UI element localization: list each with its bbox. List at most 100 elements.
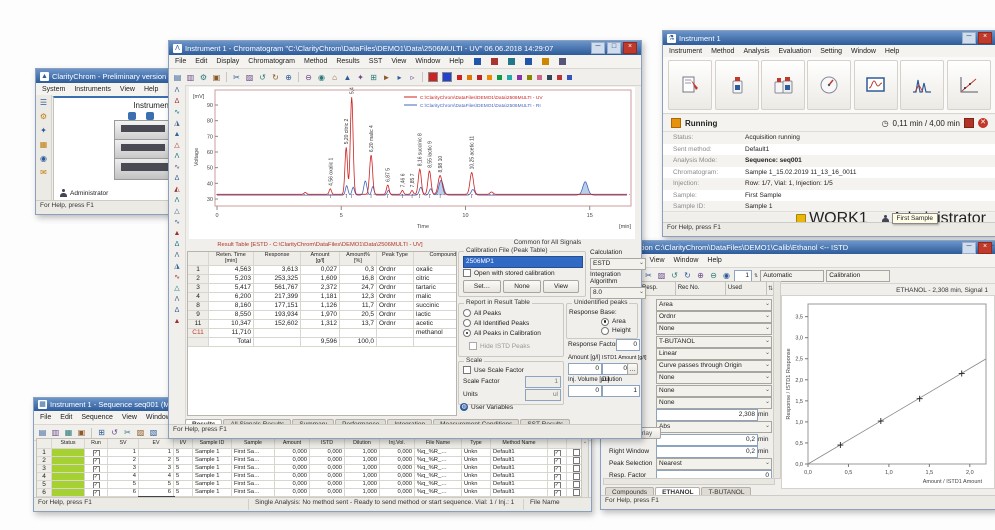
menu-item-help[interactable]: Help — [144, 86, 158, 93]
flag-checkbox[interactable]: ✓ — [548, 449, 567, 456]
sequence-cell[interactable]: Unkn — [462, 465, 491, 472]
sequence-cell[interactable]: 1,000 — [345, 449, 380, 456]
column-header[interactable]: Method Name — [491, 439, 548, 448]
sequence-cell[interactable]: 1,000 — [345, 489, 380, 496]
instrument-titlebar[interactable]: ⚗ Instrument 1 ─× — [663, 31, 995, 45]
table-cell[interactable]: 11,710 — [209, 329, 254, 337]
menu-item-system[interactable]: System — [42, 86, 65, 93]
menu-item-help[interactable]: Help — [885, 48, 899, 55]
column-header[interactable]: File Name — [415, 439, 462, 448]
peak-tool-icon[interactable]: Λ — [172, 196, 183, 206]
overlay-color-swatch[interactable] — [547, 75, 552, 80]
sequence-cell[interactable]: First Sa… — [232, 481, 275, 488]
run-checkbox[interactable]: ✓ — [85, 457, 108, 464]
menu-item-view[interactable]: View — [649, 257, 664, 264]
table-row[interactable]: C1111,710methanol — [188, 329, 456, 338]
table-cell[interactable]: 0,3 — [340, 266, 377, 274]
sequence-cell[interactable]: 5 — [108, 481, 139, 488]
column-header[interactable]: Type — [462, 439, 491, 448]
algorithm-dropdown[interactable]: 8.0 — [590, 287, 646, 299]
toolbar-icon[interactable]: ▹ — [407, 72, 418, 83]
toolbar-icon[interactable]: ⊕ — [695, 270, 706, 281]
column-header[interactable] — [188, 252, 209, 265]
abort-button[interactable]: ✕ — [978, 118, 988, 128]
table-cell[interactable]: Ordnr — [377, 320, 414, 328]
overlay-color-swatch[interactable] — [457, 75, 462, 80]
property-dropdown[interactable]: None — [656, 372, 772, 384]
inj-volume-input[interactable]: 0 — [568, 385, 602, 397]
menu-item-help[interactable]: Help — [707, 257, 721, 264]
sequence-cell[interactable]: Sample 1 — [193, 449, 232, 456]
sequence-row[interactable]: 4✓445Sample 1First Sa…0,0000,0001,0000,0… — [37, 473, 582, 481]
sequence-cell[interactable]: 6 — [108, 489, 139, 496]
sequence-row[interactable]: 2✓225Sample 1First Sa…0,0000,0001,0000,0… — [37, 457, 582, 465]
sequence-cell[interactable]: Unkn — [462, 481, 491, 488]
menu-item-window[interactable]: Window — [415, 58, 440, 65]
sequence-cell[interactable]: 0,000 — [310, 457, 345, 464]
sequence-cell[interactable]: 0,000 — [275, 489, 310, 496]
table-cell[interactable]: 5,203 — [209, 275, 254, 283]
table-cell[interactable] — [254, 338, 301, 346]
sequence-cell[interactable]: 5 — [174, 473, 193, 480]
sequence-cell[interactable]: 1,000 — [345, 465, 380, 472]
menu-item-sequence[interactable]: Sequence — [81, 414, 113, 421]
sequence-cell[interactable]: 2 — [139, 457, 174, 464]
sequence-cell[interactable]: 0,000 — [380, 489, 415, 496]
column-header[interactable]: Response — [254, 252, 301, 265]
none-button[interactable]: None — [503, 280, 541, 293]
side-tool-icon[interactable]: ▦ — [38, 139, 49, 150]
sequence-cell[interactable]: %q_%R_… — [415, 489, 462, 496]
table-cell[interactable]: 1,970 — [301, 311, 340, 319]
calibration-vscrollbar[interactable] — [773, 281, 781, 479]
overlay-color-swatch[interactable] — [487, 75, 492, 80]
chromatogram-plot[interactable]: [mV]Voltage30405060708090051015Time[min]… — [189, 87, 635, 239]
menu-item-sst[interactable]: SST — [369, 58, 383, 65]
overlay-color-swatch[interactable] — [527, 75, 532, 80]
table-cell[interactable]: acetic — [414, 320, 457, 328]
overlay-color-swatch[interactable] — [467, 75, 472, 80]
table-cell[interactable]: 1,181 — [301, 293, 340, 301]
overlay-color-swatch[interactable] — [442, 72, 452, 82]
table-cell[interactable] — [377, 329, 414, 337]
table-row[interactable]: Total9,596100,0 — [188, 338, 456, 347]
sequence-cell[interactable]: 0,000 — [275, 457, 310, 464]
menu-item-instruments[interactable]: Instruments — [74, 86, 111, 93]
flag-checkbox[interactable]: ✓ — [548, 489, 567, 496]
sequence-cell[interactable]: Unkn — [462, 473, 491, 480]
table-row[interactable]: 88,160177,1511,12611,7Ordnrsuccinic — [188, 302, 456, 311]
peak-tool-icon[interactable]: ▲ — [172, 130, 183, 140]
column-header[interactable] — [37, 439, 52, 448]
device-monitor-button[interactable] — [715, 60, 759, 110]
table-row[interactable]: 25,203253,3251,60916,8Ordnrcitric — [188, 275, 456, 284]
overlay-color-swatch[interactable] — [497, 75, 502, 80]
response-factor-input[interactable]: 0 — [616, 339, 640, 351]
menu-item-edit[interactable]: Edit — [60, 414, 72, 421]
table-row[interactable]: 14,5633,6130,0270,3Ordnroxalic — [188, 266, 456, 275]
column-header[interactable]: Amount — [275, 439, 310, 448]
run-checkbox[interactable]: ✓ — [85, 473, 108, 480]
toolbar-icon[interactable]: ▣ — [211, 72, 222, 83]
view-button[interactable]: View — [543, 280, 579, 293]
column-header[interactable]: Reten. Time [min] — [209, 252, 254, 265]
sequence-cell[interactable]: Unkn — [462, 489, 491, 496]
menu-item-help[interactable]: Help — [449, 58, 463, 65]
table-cell[interactable]: 177,151 — [254, 302, 301, 310]
peak-tool-icon[interactable]: ∿ — [172, 273, 183, 283]
close-button[interactable]: × — [623, 42, 637, 54]
run-checkbox[interactable]: ✓ — [85, 465, 108, 472]
table-cell[interactable]: 20,5 — [340, 311, 377, 319]
column-header[interactable]: ISTD Amount — [310, 439, 345, 448]
sequence-cell[interactable]: 0,000 — [380, 481, 415, 488]
table-cell[interactable]: 11,7 — [340, 302, 377, 310]
response-base-option[interactable]: Height — [601, 326, 635, 335]
table-cell[interactable]: citric — [414, 275, 457, 283]
method-setup-button[interactable] — [668, 60, 712, 110]
sequence-row[interactable]: 5✓555Sample 1First Sa…0,0000,0001,0000,0… — [37, 481, 582, 489]
peak-tool-icon[interactable]: Δ — [172, 174, 183, 184]
peak-tool-icon[interactable]: ∿ — [172, 108, 183, 118]
sequence-row[interactable]: 6✓665Sample 1First Sa…0,0000,0001,0000,0… — [37, 489, 582, 497]
toolbar-icon[interactable]: ⌂ — [329, 72, 340, 83]
table-cell[interactable]: 4 — [188, 293, 209, 301]
toolbar-icon[interactable]: ▤ — [37, 427, 48, 438]
menu-item-file[interactable]: File — [40, 414, 51, 421]
